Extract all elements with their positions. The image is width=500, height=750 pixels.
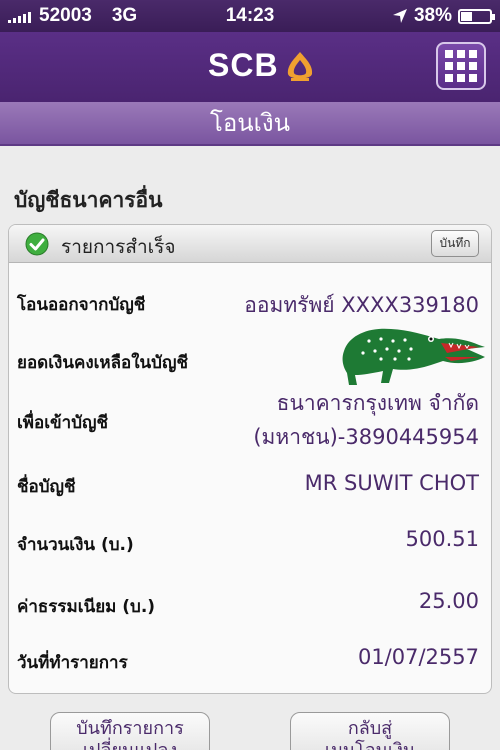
- battery-icon: [458, 8, 495, 24]
- transaction-date-label: วันที่ทำรายการ: [17, 653, 128, 673]
- back-to-transfer-menu-button[interactable]: กลับสู่ เมนูโอนเงิน: [290, 712, 450, 750]
- logo-text: SCB: [208, 47, 279, 83]
- to-account-label: เพื่อเข้าบัญชี: [17, 413, 109, 433]
- app-header: SCB: [0, 32, 500, 102]
- battery-percentage: 38%: [413, 5, 452, 26]
- amount-value: 500.51: [405, 527, 479, 551]
- status-bar: 52003 3G 14:23 38%: [0, 0, 500, 32]
- page-title: โอนเงิน: [0, 102, 500, 146]
- amount-label: จำนวนเงิน (บ.): [17, 535, 134, 555]
- crocodile-sticker-icon: [342, 328, 485, 385]
- transaction-status: รายการสำเร็จ: [61, 236, 176, 258]
- account-name-label: ชื่อบัญชี: [17, 477, 76, 497]
- to-bank-name: ธนาคารกรุงเทพ จำกัด: [276, 391, 479, 415]
- lotus-leaf-icon: [287, 51, 312, 81]
- panel-header: รายการสำเร็จ บันทึก: [9, 225, 491, 263]
- account-name-value: MR SUWIT CHOT: [304, 471, 479, 495]
- fee-label: ค่าธรรมเนียม (บ.): [17, 597, 156, 617]
- main-menu-grid-button[interactable]: [436, 42, 486, 90]
- fee-value: 25.00: [418, 589, 479, 613]
- location-arrow-icon: [392, 9, 407, 23]
- success-check-icon: [25, 232, 49, 256]
- balance-label: ยอดเงินคงเหลือในบัญชี: [17, 353, 188, 373]
- transaction-result-panel: รายการสำเร็จ บันทึก โอนออกจากบัญชี ออมทร…: [8, 224, 492, 694]
- scb-logo: SCB: [208, 47, 315, 84]
- save-note-button[interactable]: บันทึก: [431, 230, 479, 257]
- from-account-label: โอนออกจากบัญชี: [17, 295, 146, 315]
- section-title: บัญชีธนาคารอื่น: [14, 188, 163, 212]
- save-transaction-button[interactable]: บันทึกรายการ เปลี่ยนแปลง: [50, 712, 210, 750]
- transaction-date-value: 01/07/2557: [357, 645, 479, 669]
- to-account-number: (มหาชน)-3890445954: [253, 425, 479, 449]
